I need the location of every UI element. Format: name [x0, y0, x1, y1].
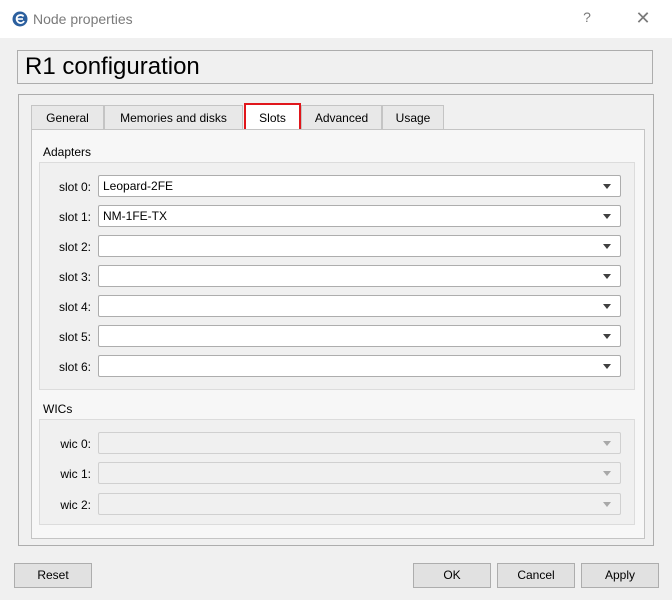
tab-usage[interactable]: Usage	[382, 105, 444, 129]
slot-1-select[interactable]: NM-1FE-TX	[98, 205, 621, 227]
chevron-down-icon	[603, 244, 611, 249]
slot-6-label: slot 6:	[58, 360, 91, 374]
chevron-down-icon	[603, 471, 611, 476]
tab-memories-and-disks[interactable]: Memories and disks	[104, 105, 243, 129]
slot-1-value: NM-1FE-TX	[103, 209, 167, 223]
slot-6-select[interactable]	[98, 355, 621, 377]
slot-2-select[interactable]	[98, 235, 621, 257]
tab-slots[interactable]: Slots	[244, 103, 301, 131]
slot-0-select[interactable]: Leopard-2FE	[98, 175, 621, 197]
chevron-down-icon	[603, 274, 611, 279]
slot-3-select[interactable]	[98, 265, 621, 287]
close-button[interactable]: ✕	[628, 8, 658, 30]
tab-advanced[interactable]: Advanced	[301, 105, 382, 129]
chevron-down-icon	[603, 304, 611, 309]
slot-1-label: slot 1:	[58, 210, 91, 224]
slot-0-label: slot 0:	[58, 180, 91, 194]
apply-button[interactable]: Apply	[581, 563, 659, 588]
cancel-button[interactable]: Cancel	[497, 563, 575, 588]
window-title: Node properties	[33, 11, 133, 27]
chevron-down-icon	[603, 184, 611, 189]
wic-0-select[interactable]	[98, 432, 621, 454]
chevron-down-icon	[603, 441, 611, 446]
slot-4-select[interactable]	[98, 295, 621, 317]
chevron-down-icon	[603, 214, 611, 219]
ok-button[interactable]: OK	[413, 563, 491, 588]
slot-5-select[interactable]	[98, 325, 621, 347]
help-button[interactable]: ?	[575, 9, 599, 29]
app-logo-icon	[12, 11, 28, 27]
wic-1-select[interactable]	[98, 462, 621, 484]
wic-2-select[interactable]	[98, 493, 621, 515]
slot-5-label: slot 5:	[58, 330, 91, 344]
chevron-down-icon	[603, 334, 611, 339]
wic-1-label: wic 1:	[60, 467, 91, 481]
slot-0-value: Leopard-2FE	[103, 179, 174, 193]
reset-button[interactable]: Reset	[14, 563, 92, 588]
adapters-group-label: Adapters	[43, 145, 92, 159]
config-title: R1 configuration	[17, 50, 653, 84]
chevron-down-icon	[603, 364, 611, 369]
window-titlebar: Node properties ? ✕	[0, 0, 672, 38]
wics-group-label: WICs	[43, 402, 73, 416]
wic-0-label: wic 0:	[60, 437, 91, 451]
slot-3-label: slot 3:	[58, 270, 91, 284]
slot-4-label: slot 4:	[58, 300, 91, 314]
wic-2-label: wic 2:	[60, 498, 91, 512]
tab-general[interactable]: General	[31, 105, 104, 129]
chevron-down-icon	[603, 502, 611, 507]
slot-2-label: slot 2:	[58, 240, 91, 254]
